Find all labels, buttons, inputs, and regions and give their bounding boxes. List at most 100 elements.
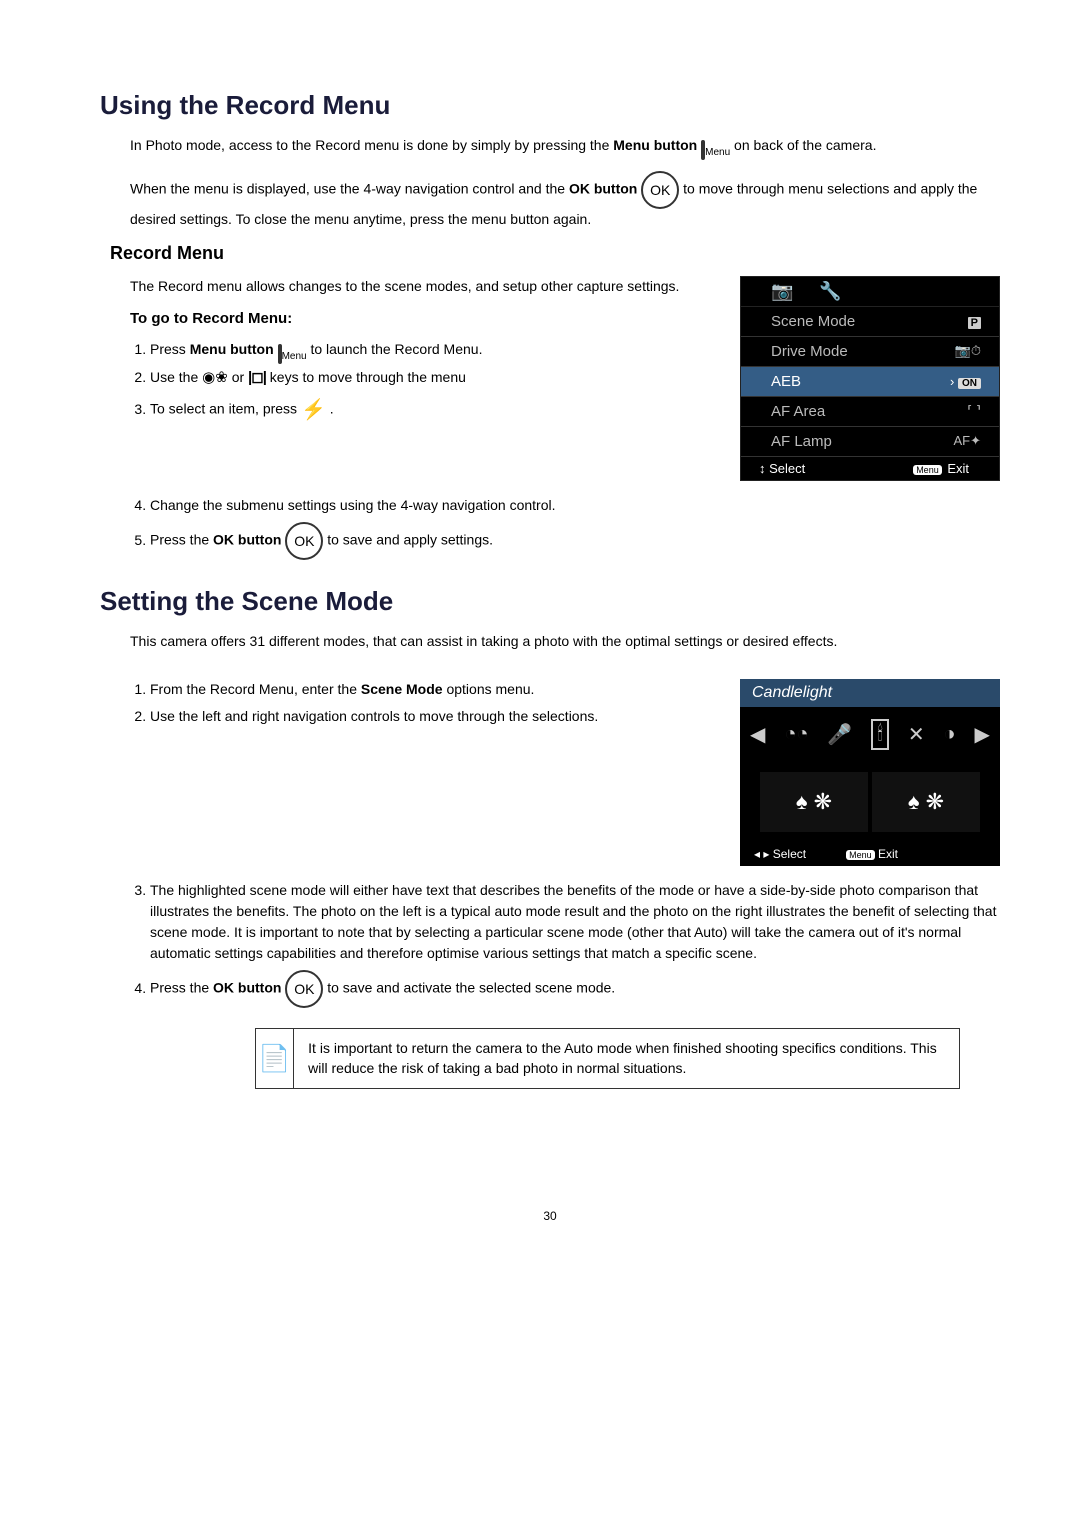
scene-preview-row: ♠ ❋ ♠ ❋ xyxy=(740,762,1000,842)
scene-step-1: From the Record Menu, enter the Scene Mo… xyxy=(150,679,720,700)
menu-badge: Menu xyxy=(846,850,875,860)
ok-button-icon: OK xyxy=(285,970,323,1008)
record-step-4: Change the submenu settings using the 4-… xyxy=(150,495,1000,516)
scene-icon-4: ✕ xyxy=(908,722,925,747)
scene-icon-1: ◔◔ xyxy=(784,723,808,746)
step1-a: Press xyxy=(150,341,190,357)
menu-footer: ↕ Select Menu Exit xyxy=(741,457,999,480)
aeb-prefix: › xyxy=(950,374,954,389)
scene-icon-candlelight: 🕯 xyxy=(871,719,889,750)
heading-using-record-menu: Using the Record Menu xyxy=(100,90,1000,121)
step3-a: To select an item, press xyxy=(150,401,301,417)
menu-row-value: AF✦ xyxy=(953,433,981,449)
menu-footer-select: ↕ Select xyxy=(759,461,805,476)
menu-badge: Menu xyxy=(913,465,942,475)
scene-footer-arrows: ◂ ▸ xyxy=(754,847,769,861)
step1-bold: Menu button xyxy=(190,341,274,357)
record-menu-description: The Record menu allows changes to the sc… xyxy=(130,276,720,296)
intro-text-2a: When the menu is displayed, use the 4-wa… xyxy=(130,180,569,196)
footer-select-text: Select xyxy=(769,461,805,476)
menu-row-scene-mode: Scene Mode P xyxy=(741,307,999,337)
intro-paragraph-1: In Photo mode, access to the Record menu… xyxy=(130,135,1000,157)
scene-step1-b: options menu. xyxy=(446,681,534,697)
intro-text-1a: In Photo mode, access to the Record menu… xyxy=(130,137,613,153)
record-step-2: Use the ◉❀ or |◻| keys to move through t… xyxy=(150,367,720,390)
scene-step-3: The highlighted scene mode will either h… xyxy=(150,880,1000,964)
scene-step-4: Press the OK button OK to save and activ… xyxy=(150,970,1000,1008)
step5-b: to save and apply settings. xyxy=(327,532,493,548)
step1-b: to launch the Record Menu. xyxy=(310,341,482,357)
scene-title-candlelight: Candlelight xyxy=(740,679,1000,707)
note-icon: 📄 xyxy=(256,1029,294,1088)
intro-paragraph-2: When the menu is displayed, use the 4-wa… xyxy=(130,171,1000,229)
display-key-icon: |◻| xyxy=(248,367,266,390)
arrow-right-icon: ▶ xyxy=(975,722,990,747)
heading-record-menu: Record Menu xyxy=(110,243,1000,264)
scene-step1-bold: Scene Mode xyxy=(361,681,443,697)
note-text: It is important to return the camera to … xyxy=(294,1029,959,1088)
p-badge: P xyxy=(968,317,981,329)
menu-row-label: AF Area xyxy=(771,403,825,420)
step5-a: Press the xyxy=(150,532,213,548)
step2-or: or xyxy=(232,369,248,385)
menu-row-value: P xyxy=(968,314,981,329)
scene-step-2: Use the left and right navigation contro… xyxy=(150,706,720,727)
scene-icons-row: ◀ ◔◔ 🎤 🕯 ✕ ◑ ▶ xyxy=(740,707,1000,762)
scene-step4-a: Press the xyxy=(150,980,213,996)
macro-key-icon: ◉❀ xyxy=(202,367,228,390)
note-box: 📄 It is important to return the camera t… xyxy=(255,1028,960,1089)
ok-button-icon: OK xyxy=(285,522,323,560)
scene-footer-exit-text: Exit xyxy=(878,847,898,861)
arrow-left-icon: ◀ xyxy=(750,722,765,747)
intro-text-1b: on back of the camera. xyxy=(734,137,876,153)
scene-footer-exit: Menu Exit xyxy=(846,847,898,861)
ok-button-label-text: OK button xyxy=(569,180,637,196)
step5-bold: OK button xyxy=(213,532,281,548)
menu-row-label: AEB xyxy=(771,373,801,390)
scene-icon-5: ◑ xyxy=(944,723,956,746)
tab-wrench-icon: 🔧 xyxy=(819,281,841,302)
step2-b: keys to move through the menu xyxy=(270,369,466,385)
on-badge: ON xyxy=(958,378,981,389)
step2-a: Use the xyxy=(150,369,202,385)
scene-footer: ◂ ▸ Select Menu Exit xyxy=(740,842,1000,866)
menu-row-label: Drive Mode xyxy=(771,343,848,360)
scene-step4-b: to save and activate the selected scene … xyxy=(327,980,615,996)
scene-footer-select: ◂ ▸ Select xyxy=(754,847,806,861)
scene-icon-2: 🎤 xyxy=(827,722,852,747)
heading-go-to-record-menu: To go to Record Menu: xyxy=(130,310,720,327)
footer-arrows: ↕ xyxy=(759,461,766,476)
ok-button-icon: OK xyxy=(641,171,679,209)
scene-preview-right: ♠ ❋ xyxy=(872,772,980,832)
step3-b: . xyxy=(330,401,334,417)
menu-button-icon: Menu xyxy=(278,344,307,365)
menu-row-af-area: AF Area ⸢ ⸣ xyxy=(741,397,999,427)
menu-button-label-text: Menu button xyxy=(613,137,697,153)
menu-button-sublabel: Menu xyxy=(705,147,730,158)
menu-footer-exit: Menu Exit xyxy=(913,461,969,476)
flash-icon: ⚡ xyxy=(301,395,326,425)
menu-row-af-lamp: AF Lamp AF✦ xyxy=(741,427,999,457)
menu-row-aeb: AEB › ON xyxy=(741,367,999,397)
menu-row-label: AF Lamp xyxy=(771,433,832,450)
record-step-5: Press the OK button OK to save and apply… xyxy=(150,522,1000,560)
footer-exit-text: Exit xyxy=(947,461,969,476)
menu-row-drive-mode: Drive Mode 📷⏱ xyxy=(741,337,999,367)
tab-camera-icon: 📷 xyxy=(771,281,793,302)
menu-button-icon: Menu xyxy=(701,140,730,161)
scene-preview-left: ♠ ❋ xyxy=(760,772,868,832)
menu-row-value: ⸢ ⸣ xyxy=(967,403,981,419)
scene-mode-screenshot: Candlelight ◀ ◔◔ 🎤 🕯 ✕ ◑ ▶ ♠ ❋ ♠ ❋ ◂ ▸ S… xyxy=(740,679,1000,866)
heading-setting-scene-mode: Setting the Scene Mode xyxy=(100,586,1000,617)
scene-intro-paragraph: This camera offers 31 different modes, t… xyxy=(130,631,1000,651)
record-step-1: Press Menu button Menu to launch the Rec… xyxy=(150,339,720,361)
scene-step4-bold: OK button xyxy=(213,980,281,996)
menu-row-value: 📷⏱ xyxy=(955,343,981,359)
record-step-3: To select an item, press ⚡ . xyxy=(150,395,720,425)
record-menu-screenshot: 📷 🔧 Scene Mode P Drive Mode 📷⏱ AEB › ON … xyxy=(740,276,1000,481)
scene-step1-a: From the Record Menu, enter the xyxy=(150,681,361,697)
menu-row-label: Scene Mode xyxy=(771,313,855,330)
menu-row-value: › ON xyxy=(950,374,981,389)
menu-button-sublabel: Menu xyxy=(282,351,307,362)
menu-tabs: 📷 🔧 xyxy=(741,277,999,307)
